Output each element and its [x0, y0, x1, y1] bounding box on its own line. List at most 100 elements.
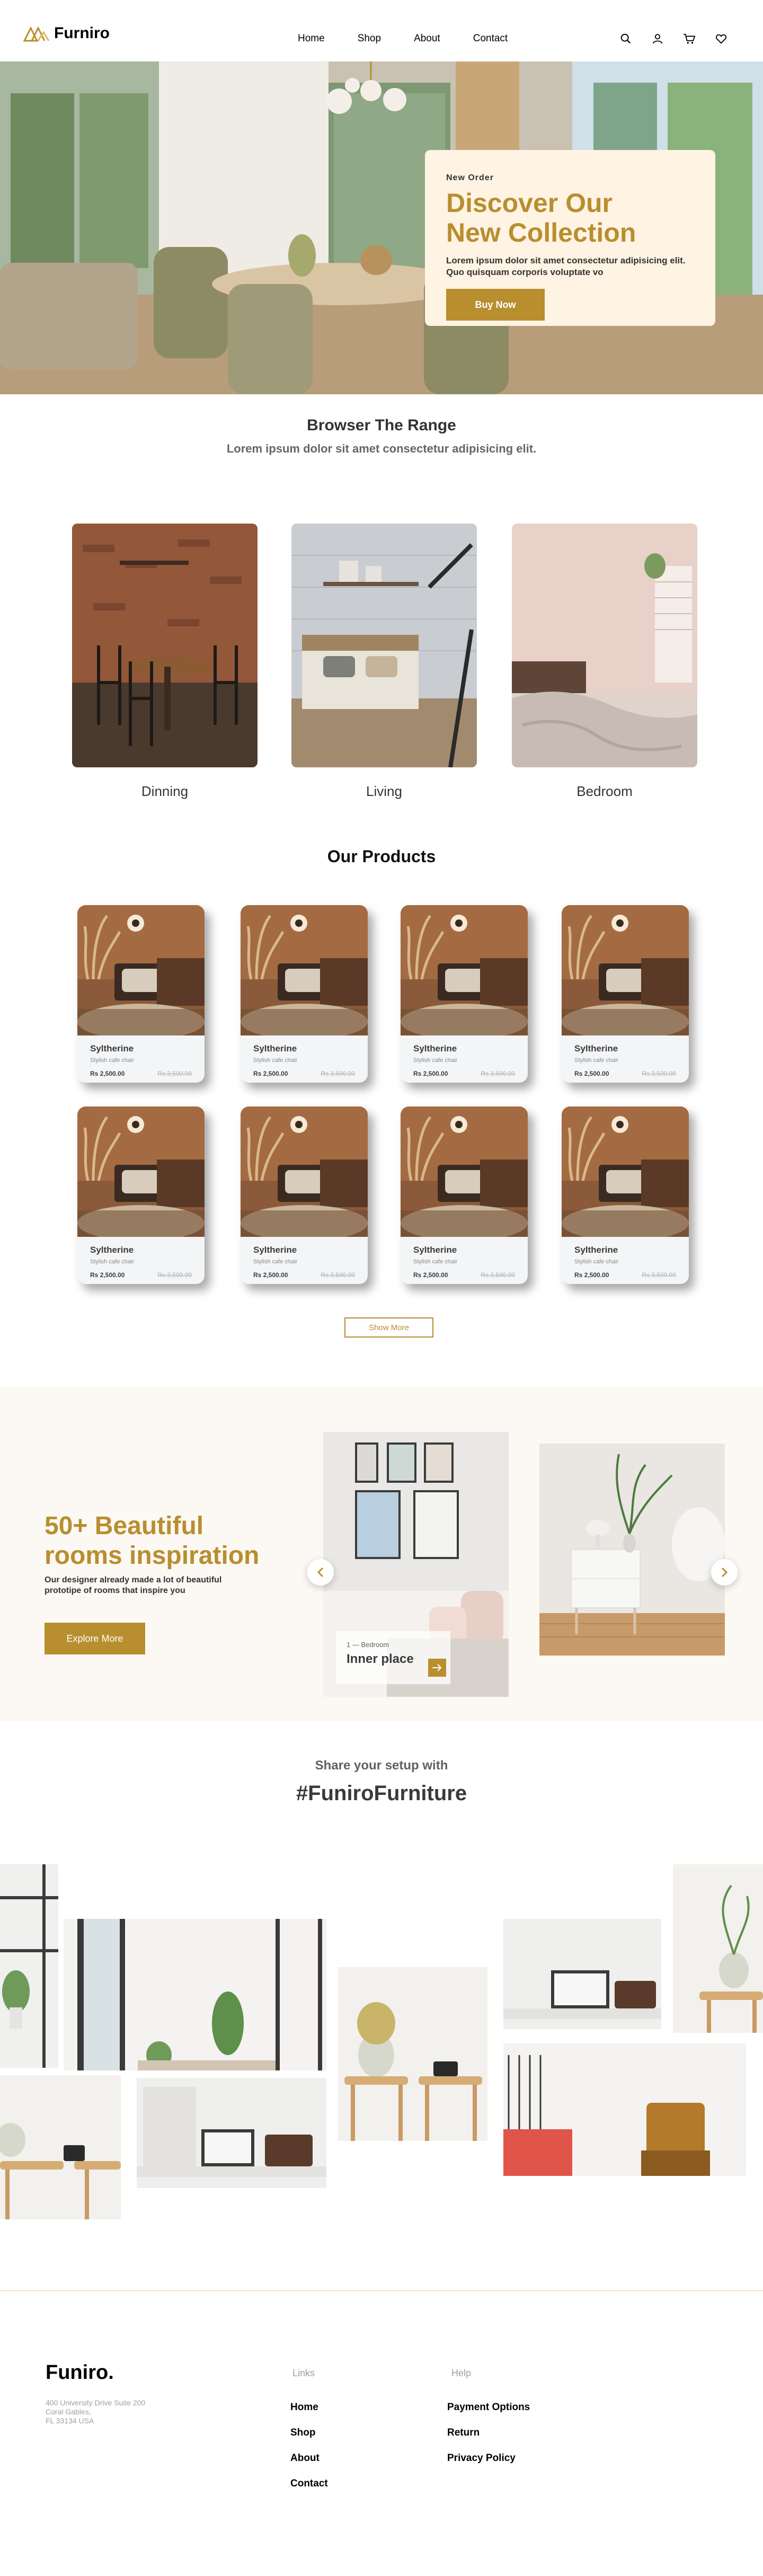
product-info: Syltherine Stylish cafe chair Rs 2,500.00 R…	[401, 1240, 528, 1279]
product-name: Syltherine	[90, 1043, 134, 1054]
range-card-dining[interactable]: Dinning	[72, 524, 258, 800]
footer-link-contact[interactable]: Contact	[290, 2478, 328, 2490]
nightstand-image	[539, 1444, 725, 1656]
gallery-image-chair-bed	[503, 2043, 746, 2176]
gallery-image-vase-stool-2	[0, 2075, 121, 2219]
product-price: Rs 2,500.00	[253, 1070, 288, 1077]
product-description: Stylish cafe chair	[90, 1259, 135, 1265]
brand-logo[interactable]: Furniro	[23, 24, 110, 42]
slider-prev-button[interactable]	[307, 1559, 334, 1586]
nav-shop[interactable]: Shop	[358, 33, 381, 45]
product-description: Stylish cafe chair	[413, 1259, 458, 1265]
range-subtitle: Lorem ipsum dolor sit amet consectetur a…	[226, 442, 537, 455]
main-nav: Home Shop About Contact	[298, 33, 508, 45]
heart-icon[interactable]	[714, 32, 728, 46]
product-price-row: Rs 2,500.00 Rs 3,500.00	[253, 1271, 355, 1279]
setup-gallery	[0, 1864, 763, 2219]
header-icons	[619, 32, 728, 46]
footer-link-payment-options[interactable]: Payment Options	[447, 2402, 530, 2413]
hero-title: Discover Our New Collection	[446, 188, 694, 247]
setup-hashtag: #FuniroFurniture	[296, 1782, 467, 1805]
user-icon[interactable]	[651, 32, 664, 46]
product-card[interactable]: Syltherine Stylish cafe chair Rs 2,500.00 R…	[562, 905, 689, 1083]
product-info: Syltherine Stylish cafe chair Rs 2,500.00 R…	[241, 1038, 368, 1077]
product-image	[77, 905, 205, 1040]
slide-next-arrow-button[interactable]	[428, 1659, 446, 1677]
product-image	[401, 1106, 528, 1241]
product-name: Syltherine	[574, 1245, 618, 1255]
product-price-row: Rs 2,500.00 Rs 3,500.00	[574, 1271, 676, 1279]
dining-image	[72, 524, 258, 767]
chevron-left-icon	[317, 1567, 324, 1578]
footer-links-heading: Links	[292, 2368, 315, 2378]
gallery-image-vase-stool	[673, 1864, 763, 2033]
product-price-row: Rs 2,500.00 Rs 3,500.00	[413, 1070, 515, 1077]
product-card[interactable]: Syltherine Stylish cafe chair Rs 2,500.00 R…	[401, 1106, 528, 1284]
inspiration-slide-secondary[interactable]	[539, 1444, 725, 1656]
nav-contact[interactable]: Contact	[473, 33, 508, 45]
gallery-image-room	[64, 1919, 326, 2070]
search-icon[interactable]	[619, 32, 633, 46]
footer-link-privacy-policy[interactable]: Privacy Policy	[447, 2453, 516, 2464]
living-image	[291, 524, 477, 767]
product-price: Rs 2,500.00	[90, 1070, 125, 1077]
nav-about[interactable]: About	[414, 33, 440, 45]
hero-banner: New Order Discover Our New Collection Lo…	[0, 61, 763, 394]
product-description: Stylish cafe chair	[413, 1057, 458, 1064]
range-title: Browser The Range	[307, 417, 456, 434]
product-description: Stylish cafe chair	[253, 1259, 298, 1265]
product-name: Syltherine	[253, 1245, 297, 1255]
footer-link-home[interactable]: Home	[290, 2402, 318, 2413]
product-price: Rs 2,500.00	[90, 1271, 125, 1279]
inspiration-slide-main[interactable]: 1 — Bedroom Inner place	[323, 1432, 509, 1697]
product-image	[241, 905, 368, 1040]
buy-now-button[interactable]: Buy Now	[446, 289, 545, 321]
footer-address: 400 University Drive Suite 200 Coral Gab…	[46, 2398, 183, 2425]
product-old-price: Rs 3,500.00	[157, 1271, 192, 1279]
nav-home[interactable]: Home	[298, 33, 325, 45]
products-title: Our Products	[327, 847, 436, 866]
hero-desc-line-1: Lorem ipsum dolor sit amet consectetur a…	[446, 255, 686, 265]
footer-link-about[interactable]: About	[290, 2453, 320, 2464]
product-info: Syltherine Stylish cafe chair Rs 2,500.00 R…	[562, 1240, 689, 1279]
show-more-button[interactable]: Show More	[344, 1317, 433, 1338]
footer-brand: Funiro.	[46, 2361, 114, 2384]
product-info: Syltherine Stylish cafe chair Rs 2,500.00 R…	[562, 1038, 689, 1077]
product-old-price: Rs 3,500.00	[642, 1271, 676, 1279]
product-price-row: Rs 2,500.00 Rs 3,500.00	[90, 1271, 192, 1279]
product-price-row: Rs 2,500.00 Rs 3,500.00	[413, 1271, 515, 1279]
product-info: Syltherine Stylish cafe chair Rs 2,500.00 R…	[77, 1240, 205, 1279]
product-price: Rs 2,500.00	[413, 1271, 448, 1279]
hero-eyebrow: New Order	[446, 173, 494, 182]
product-price-row: Rs 2,500.00 Rs 3,500.00	[90, 1070, 192, 1077]
inspiration-title-line-2: rooms inspiration	[45, 1542, 260, 1570]
product-image	[562, 1106, 689, 1241]
product-card[interactable]: Syltherine Stylish cafe chair Rs 2,500.00 R…	[77, 1106, 205, 1284]
range-card-bedroom[interactable]: Bedroom	[512, 524, 697, 800]
site-header: Furniro Home Shop About Contact	[0, 0, 763, 61]
gallery-image-plant-stools	[338, 1967, 487, 2141]
product-card[interactable]: Syltherine Stylish cafe chair Rs 2,500.00 R…	[241, 1106, 368, 1284]
product-card[interactable]: Syltherine Stylish cafe chair Rs 2,500.00 R…	[241, 905, 368, 1083]
product-image	[241, 1106, 368, 1241]
slide-tag: 1 — Bedroom	[347, 1641, 389, 1649]
product-old-price: Rs 3,500.00	[321, 1070, 355, 1077]
range-card-living[interactable]: Living	[291, 524, 477, 800]
product-name: Syltherine	[413, 1043, 457, 1054]
setup-subtitle: Share your setup with	[315, 1758, 448, 1773]
product-old-price: Rs 3,500.00	[321, 1271, 355, 1279]
product-old-price: Rs 3,500.00	[642, 1070, 676, 1077]
product-old-price: Rs 3,500.00	[481, 1070, 515, 1077]
product-card[interactable]: Syltherine Stylish cafe chair Rs 2,500.00 R…	[401, 905, 528, 1083]
footer-link-shop[interactable]: Shop	[290, 2427, 316, 2439]
explore-more-button[interactable]: Explore More	[45, 1623, 145, 1654]
hero-card: New Order Discover Our New Collection Lo…	[425, 150, 715, 326]
product-name: Syltherine	[90, 1245, 134, 1255]
product-card[interactable]: Syltherine Stylish cafe chair Rs 2,500.00 R…	[77, 905, 205, 1083]
hero-desc-line-2: Quo quisquam corporis voluptate vo	[446, 267, 604, 277]
product-card[interactable]: Syltherine Stylish cafe chair Rs 2,500.00 R…	[562, 1106, 689, 1284]
cart-icon[interactable]	[682, 32, 696, 46]
inspiration-description: Our designer already made a lot of beaut…	[45, 1575, 222, 1595]
footer-link-return[interactable]: Return	[447, 2427, 480, 2439]
slider-next-button[interactable]	[711, 1559, 738, 1586]
